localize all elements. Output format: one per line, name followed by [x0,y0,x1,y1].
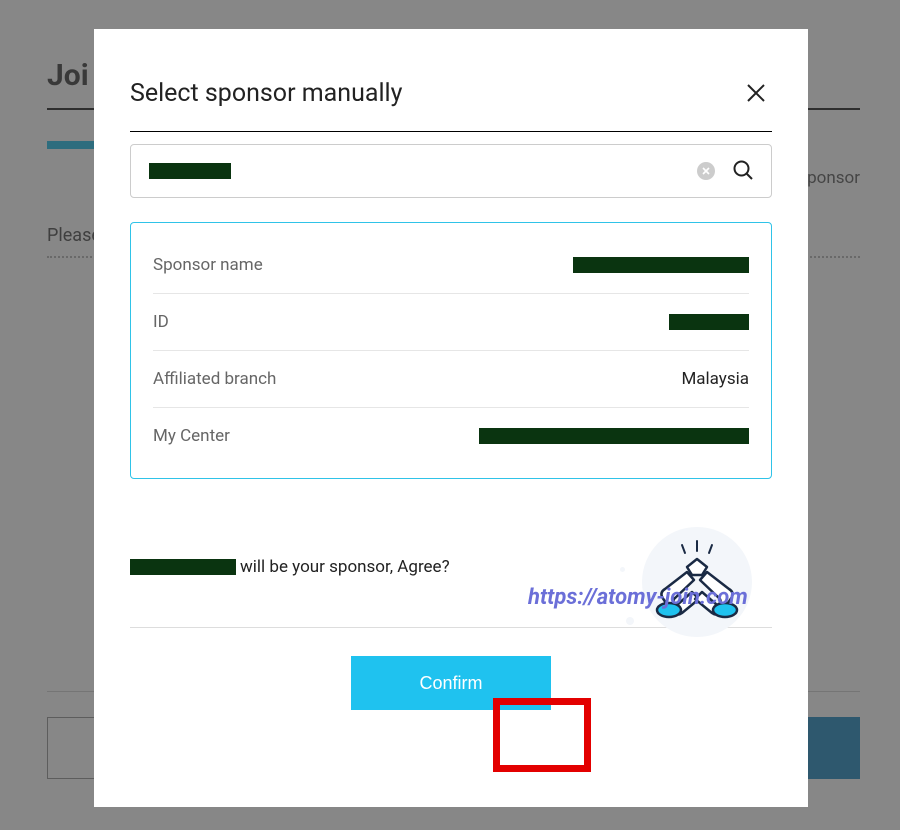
info-row-id: ID [153,294,749,351]
info-row-center: My Center [153,408,749,464]
info-row-sponsor-name: Sponsor name [153,237,749,294]
info-label: ID [153,312,169,332]
sponsor-info-card: Sponsor name ID Affiliated branch Malays… [130,222,772,479]
info-label: Affiliated branch [153,369,276,389]
search-input-redacted[interactable] [149,163,231,179]
select-sponsor-modal: Select sponsor manually Sponsor name [94,29,808,807]
redacted-value [573,257,749,273]
handshake-icon [632,517,762,647]
close-icon [744,81,768,105]
info-row-branch: Affiliated branch Malaysia [153,351,749,408]
confirm-button[interactable]: Confirm [351,656,551,710]
search-field-container [130,144,772,198]
redacted-value [669,314,749,330]
watermark-text: https://atomy-join.com [528,585,748,610]
info-value: Malaysia [681,369,749,389]
modal-title: Select sponsor manually [130,79,402,108]
search-icon [731,158,755,182]
search-button[interactable] [729,156,757,187]
clear-icon [701,166,711,176]
redacted-name [130,559,236,575]
redacted-value [479,428,749,444]
close-button[interactable] [740,77,772,109]
modal-header: Select sponsor manually [130,77,772,109]
handshake-illustration [632,517,762,647]
info-label: My Center [153,426,230,446]
agree-suffix: will be your sponsor, Agree? [240,557,450,577]
info-label: Sponsor name [153,255,263,275]
modal-divider [130,131,772,132]
clear-search-button[interactable] [697,162,715,180]
confirm-button-container: Confirm [130,656,772,710]
